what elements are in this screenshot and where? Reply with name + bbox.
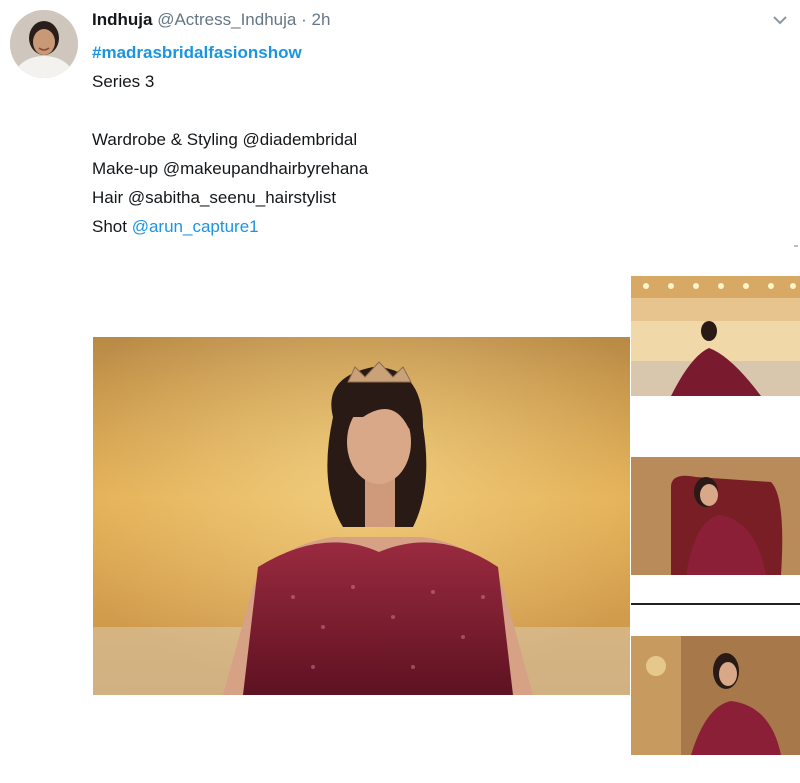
avatar[interactable] [10,10,78,78]
shot-label: Shot [92,217,132,236]
tweet-text: #madrasbridalfasionshow Series 3 Wardrob… [92,38,652,241]
author-name[interactable]: Indhuja [92,10,152,29]
main-photo[interactable] [93,337,630,695]
makeup-line: Make-up @makeupandhairbyrehana [92,159,369,178]
photographer-mention-link[interactable]: @arun_capture1 [132,217,259,236]
series-line: Series 3 [92,72,155,91]
thumbnail-photo-1[interactable] [631,276,800,396]
divider-tick [794,245,798,247]
tweet-header: Indhuja @Actress_Indhuja · 2h [92,10,330,30]
timestamp[interactable]: 2h [312,10,331,29]
hair-line: Hair @sabitha_seenu_hairstylist [92,188,337,207]
thumbnail-photo-3[interactable] [631,636,800,755]
hashtag-link[interactable]: #madrasbridalfasionshow [92,43,302,62]
wardrobe-line: Wardrobe & Styling @diadembridal [92,130,358,149]
thumbnail-photo-2[interactable] [631,457,800,575]
chevron-down-icon[interactable] [772,14,788,26]
thumbnail-divider [631,603,800,605]
separator-dot: · [301,10,307,29]
author-handle[interactable]: @Actress_Indhuja [157,10,296,29]
